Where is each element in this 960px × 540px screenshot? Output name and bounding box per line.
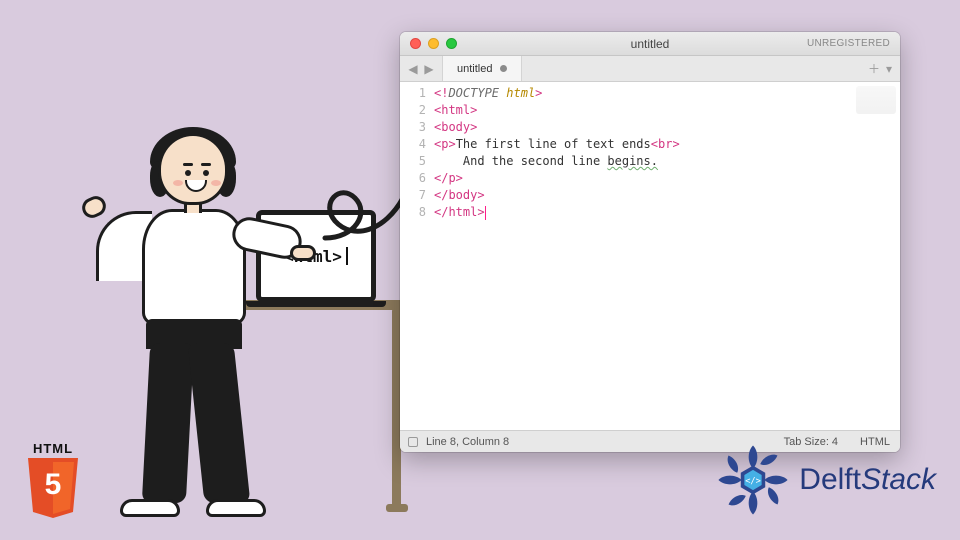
code-token: <body>	[434, 120, 477, 134]
line-number: 2	[400, 102, 426, 119]
panel-toggle-icon[interactable]	[408, 437, 418, 447]
line-number: 1	[400, 85, 426, 102]
text-cursor-icon	[485, 206, 486, 220]
line-number: 6	[400, 170, 426, 187]
head	[158, 133, 228, 205]
delftstack-mark-icon: </>	[717, 444, 789, 516]
minimap-icon[interactable]	[856, 86, 896, 114]
window-title: untitled	[400, 37, 900, 51]
line-number: 4	[400, 136, 426, 153]
torso	[142, 209, 246, 327]
desk-foot	[386, 504, 408, 512]
window-titlebar[interactable]: untitled UNREGISTERED	[400, 32, 900, 56]
tab-strip: ◀ ▶ untitled ＋ ▾	[400, 56, 900, 82]
leg	[188, 343, 251, 503]
tab-menu-button[interactable]: ▾	[886, 62, 892, 76]
code-text: The first line of text ends	[456, 137, 651, 151]
dirty-indicator-icon	[500, 65, 507, 72]
code-token: <br>	[651, 137, 680, 151]
person	[80, 133, 280, 533]
code-token: DOCTYPE	[448, 86, 499, 100]
code-token: </body>	[434, 188, 485, 202]
code-text: And the second line	[434, 154, 607, 168]
new-tab-button[interactable]: ＋	[868, 60, 880, 77]
delftstack-wordmark: DelftStack	[799, 463, 936, 497]
code-text: begins.	[607, 154, 658, 168]
brand-part-b: Stack	[861, 463, 936, 496]
leg	[142, 343, 194, 503]
line-number: 3	[400, 119, 426, 136]
hand	[290, 245, 316, 261]
tab-label: untitled	[457, 63, 492, 75]
line-number: 7	[400, 187, 426, 204]
cursor-position[interactable]: Line 8, Column 8	[426, 436, 509, 448]
code-token: <html>	[434, 103, 477, 117]
code-area[interactable]: <!DOCTYPE html> <html> <body> <p>The fir…	[434, 82, 900, 430]
svg-text:</>: </>	[745, 477, 761, 487]
delftstack-logo: </> DelftStack	[717, 444, 936, 516]
html5-five: 5	[26, 468, 80, 502]
code-token: <!	[434, 86, 448, 100]
code-token: <p>	[434, 137, 456, 151]
shoe	[120, 499, 180, 517]
html5-shield-icon: 5	[26, 458, 80, 518]
brand-part-a: Delft	[799, 463, 861, 496]
editor-window: untitled UNREGISTERED ◀ ▶ untitled ＋ ▾ 1…	[400, 32, 900, 452]
code-editor[interactable]: 1 2 3 4 5 6 7 8 <!DOCTYPE html> <html> <…	[400, 82, 900, 430]
tab-untitled[interactable]: untitled	[442, 56, 522, 81]
line-number: 5	[400, 153, 426, 170]
code-token: </html>	[434, 205, 485, 219]
html5-logo: HTML 5	[18, 441, 88, 518]
nav-forward-button[interactable]: ▶	[422, 62, 436, 76]
line-number: 8	[400, 204, 426, 221]
illustration-scene: <html>	[60, 88, 400, 468]
hand	[79, 193, 109, 221]
nav-back-button[interactable]: ◀	[406, 62, 420, 76]
code-token: </p>	[434, 171, 463, 185]
code-token: >	[535, 86, 542, 100]
html5-label: HTML	[18, 441, 88, 456]
shoe	[206, 499, 266, 517]
code-token: html	[506, 86, 535, 100]
line-gutter: 1 2 3 4 5 6 7 8	[400, 82, 434, 430]
